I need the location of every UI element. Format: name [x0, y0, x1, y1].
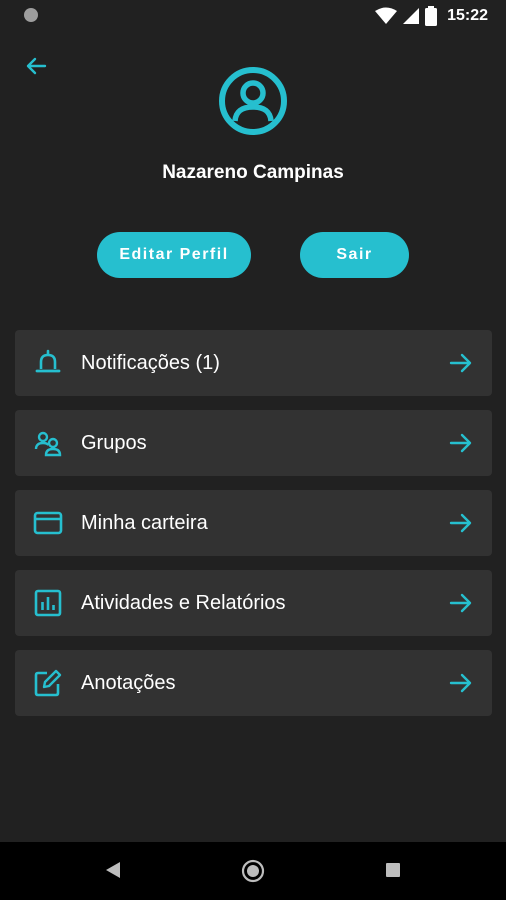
users-icon [34, 431, 62, 457]
battery-icon [425, 6, 438, 26]
system-nav-bar [0, 842, 506, 900]
arrow-right-icon [449, 673, 472, 693]
menu-item-label: Minha carteira [81, 511, 208, 534]
bell-icon [35, 349, 61, 373]
menu-item-groups[interactable]: Grupos [15, 410, 492, 476]
menu-item-notifications[interactable]: Notificações (1) [15, 330, 492, 396]
avatar-icon [219, 67, 287, 135]
wifi-icon [375, 7, 398, 24]
signal-icon [403, 8, 420, 24]
edit-profile-button[interactable]: Editar Perfil [97, 232, 251, 278]
arrow-right-icon [449, 513, 472, 533]
edit-profile-label: Editar Perfil [119, 246, 229, 263]
logout-label: Sair [336, 246, 373, 263]
back-button[interactable] [20, 50, 52, 82]
menu-item-wallet[interactable]: Minha carteira [15, 490, 492, 556]
arrow-right-icon [449, 433, 472, 453]
nav-home-button[interactable] [241, 859, 265, 883]
nav-back-button[interactable] [104, 860, 122, 880]
menu-item-label: Grupos [81, 431, 147, 454]
status-bar: 15:22 [0, 0, 506, 32]
notification-dot-icon [24, 8, 38, 22]
credit-card-icon [33, 511, 63, 535]
arrow-right-icon [449, 353, 472, 373]
arrow-right-icon [449, 593, 472, 613]
edit-note-icon [34, 669, 62, 697]
status-icons: 15:22 [375, 0, 488, 32]
menu-item-label: Atividades e Relatórios [81, 591, 286, 614]
logout-button[interactable]: Sair [300, 232, 409, 278]
menu-item-label: Notificações (1) [81, 351, 220, 374]
nav-recents-button[interactable] [386, 863, 400, 877]
menu-item-activities-reports[interactable]: Atividades e Relatórios [15, 570, 492, 636]
menu-item-notes[interactable]: Anotações [15, 650, 492, 716]
menu-item-label: Anotações [81, 671, 176, 694]
arrow-left-icon [26, 57, 47, 75]
status-time: 15:22 [447, 7, 488, 24]
profile-name: Nazareno Campinas [162, 162, 344, 183]
bar-chart-icon [34, 589, 62, 617]
